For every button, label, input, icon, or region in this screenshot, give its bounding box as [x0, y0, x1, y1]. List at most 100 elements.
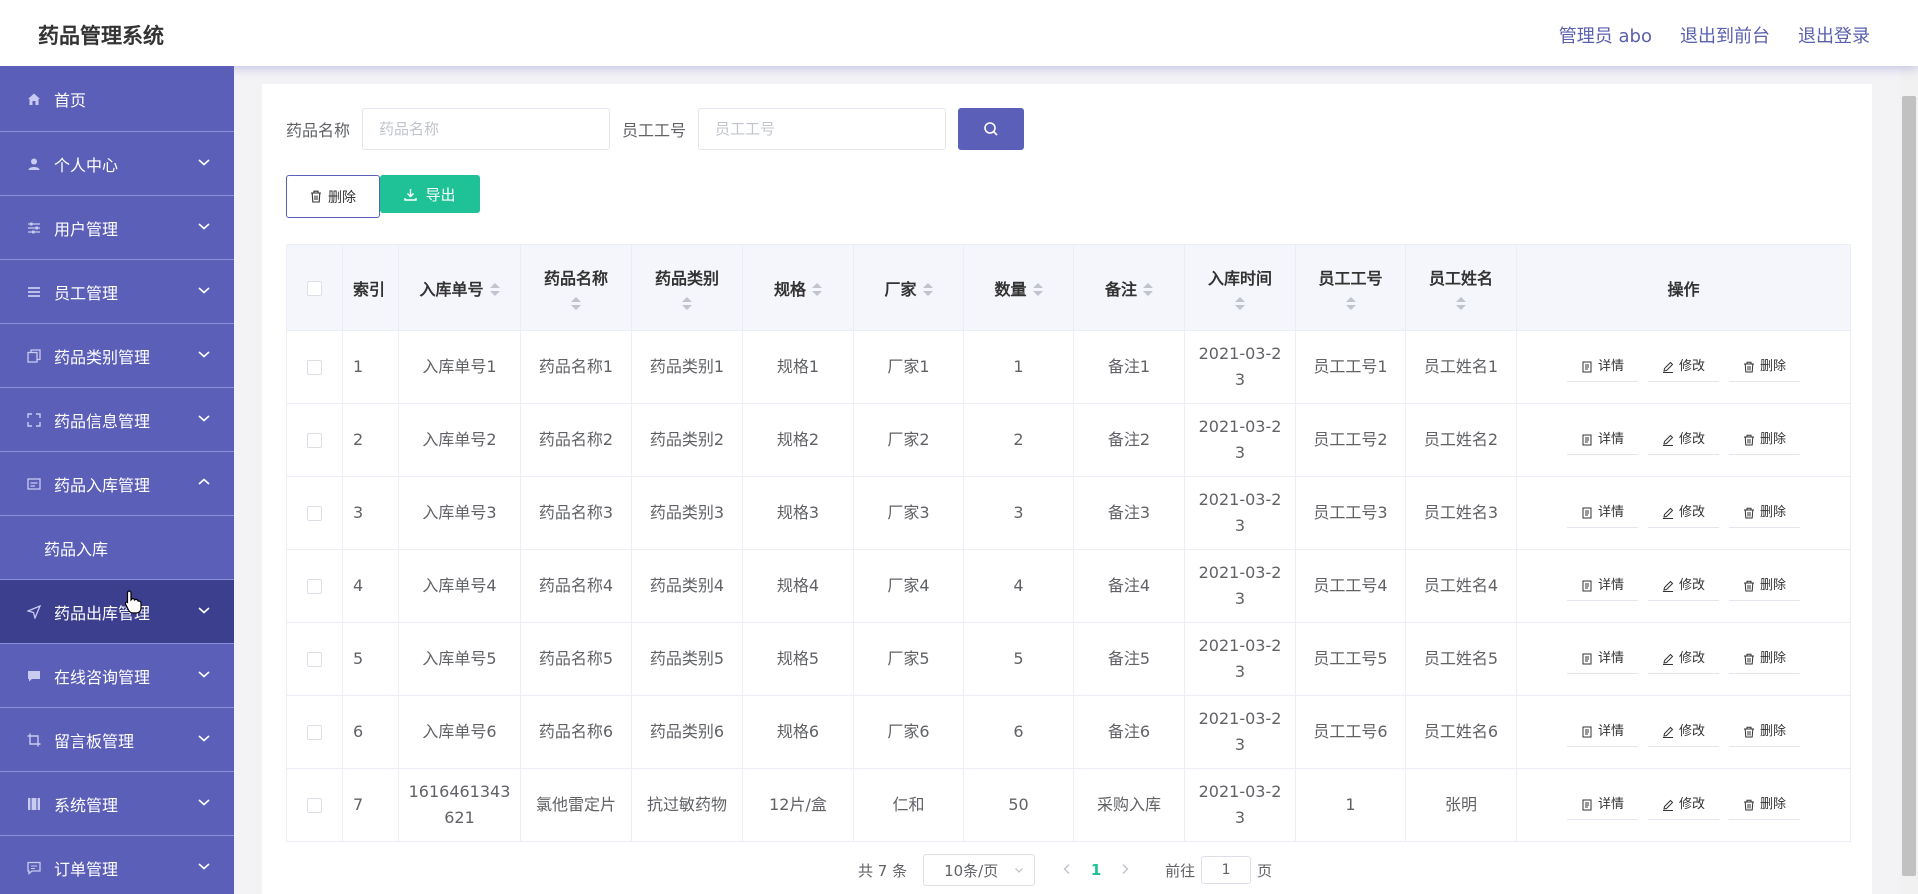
edit-button[interactable]: 修改	[1647, 571, 1719, 601]
row-checkbox[interactable]	[307, 579, 322, 594]
sidebar-item-message-board[interactable]: 留言板管理	[0, 708, 234, 772]
back-to-frontend-link[interactable]: 退出到前台	[1680, 22, 1770, 48]
sidebar-item-drug-info[interactable]: 药品信息管理	[0, 388, 234, 452]
sidebar-item-consult[interactable]: 在线咨询管理	[0, 644, 234, 708]
select-all-checkbox[interactable]	[307, 281, 322, 296]
sidebar-item-home[interactable]: 首页	[0, 66, 234, 132]
col-staff-name[interactable]: 员工姓名	[1405, 244, 1517, 331]
document-icon	[1582, 361, 1592, 372]
sidebar-item-drug-outbound[interactable]: 药品出库管理	[0, 580, 234, 644]
row-checkbox[interactable]	[307, 360, 322, 375]
current-user-link[interactable]: 管理员 abo	[1559, 22, 1652, 48]
search-button[interactable]	[958, 108, 1025, 150]
table-row[interactable]: 4 入库单号4 药品名称4 药品类别4 规格4 厂家4 4 备注4 2021-03-2 3 员工工…	[286, 549, 1851, 623]
detail-button[interactable]: 详情	[1566, 644, 1638, 674]
delete-button[interactable]: 删除	[1729, 790, 1801, 820]
staff-number-input[interactable]	[698, 108, 947, 150]
prev-page-button[interactable]	[1053, 861, 1081, 879]
cell-staff-name: 员工姓名3	[1405, 476, 1517, 550]
detail-button[interactable]: 详情	[1566, 498, 1638, 528]
detail-button[interactable]: 详情	[1566, 571, 1638, 601]
sidebar-item-system[interactable]: 系统管理	[0, 772, 234, 836]
detail-button[interactable]: 详情	[1566, 790, 1638, 820]
table-row[interactable]: 3 入库单号3 药品名称3 药品类别3 规格3 厂家3 3 备注3 2021-03-2 3 员工工…	[286, 476, 1851, 550]
delete-button[interactable]: 删除	[1729, 498, 1801, 528]
page-size-select[interactable]: 10条/页	[923, 854, 1036, 886]
row-checkbox[interactable]	[307, 798, 322, 813]
chevron-down-icon	[198, 607, 210, 614]
row-checkbox[interactable]	[307, 433, 322, 448]
delete-button[interactable]: 删除	[1729, 571, 1801, 601]
download-icon	[404, 188, 418, 201]
sidebar-item-orders[interactable]: 订单管理	[0, 836, 234, 894]
export-button[interactable]: 导出	[380, 175, 480, 213]
edit-button[interactable]: 修改	[1647, 717, 1719, 747]
detail-button[interactable]: 详情	[1566, 717, 1638, 747]
col-staff-no-label: 员工工号	[1318, 268, 1383, 288]
table-row[interactable]: 7 1616461343 621 氯他雷定片 抗过敏药物 12片/盒 仁和 50 采购入库 20…	[286, 768, 1851, 842]
edit-button[interactable]: 修改	[1647, 644, 1719, 674]
col-drug-name[interactable]: 药品名称	[520, 244, 632, 331]
sort-icon[interactable]	[682, 296, 692, 311]
col-manufacturer[interactable]: 厂家	[853, 244, 964, 331]
page-number-current[interactable]: 1	[1081, 861, 1111, 879]
cell-drug-name: 药品名称3	[520, 476, 632, 550]
trash-icon	[311, 190, 321, 203]
col-inbound-time[interactable]: 入库时间	[1184, 244, 1296, 331]
chat-icon	[26, 668, 42, 684]
sidebar-subitem-drug-inbound[interactable]: 药品入库	[0, 516, 234, 580]
col-inbound-no-label: 入库单号	[419, 279, 484, 299]
scrollbar-thumb[interactable]	[1902, 96, 1916, 876]
col-remark[interactable]: 备注	[1073, 244, 1185, 331]
edit-button[interactable]: 修改	[1647, 425, 1719, 455]
row-checkbox[interactable]	[307, 652, 322, 667]
cell-quantity: 5	[963, 622, 1074, 696]
edit-button[interactable]: 修改	[1647, 498, 1719, 528]
sort-icon[interactable]	[1345, 296, 1356, 311]
chevron-down-icon	[198, 735, 210, 742]
sort-icon[interactable]	[812, 283, 822, 297]
edit-button[interactable]: 修改	[1647, 790, 1719, 820]
goto-page-input[interactable]	[1201, 856, 1252, 884]
sort-icon[interactable]	[1456, 296, 1466, 311]
sort-icon[interactable]	[922, 283, 933, 297]
next-page-button[interactable]	[1111, 861, 1139, 879]
sidebar-item-profile[interactable]: 个人中心	[0, 132, 234, 196]
sort-icon[interactable]	[571, 296, 581, 311]
sort-icon[interactable]	[1235, 296, 1245, 311]
delete-button[interactable]: 删除	[1729, 644, 1801, 674]
col-drug-category[interactable]: 药品类别	[631, 244, 743, 331]
cell-actions: 详情 修改 删除	[1516, 768, 1851, 842]
sidebar-item-staff[interactable]: 员工管理	[0, 260, 234, 324]
delete-button[interactable]: 删除	[1729, 717, 1801, 747]
drug-name-input[interactable]	[362, 108, 611, 150]
detail-button[interactable]: 详情	[1566, 352, 1638, 382]
row-checkbox[interactable]	[307, 725, 322, 740]
col-staff-no[interactable]: 员工工号	[1295, 244, 1406, 331]
col-spec[interactable]: 规格	[742, 244, 854, 331]
table-row[interactable]: 1 入库单号1 药品名称1 药品类别1 规格1 厂家1 1 备注1 2021-03-2 3 员工工…	[286, 330, 1851, 404]
sort-icon[interactable]	[1143, 283, 1153, 297]
sidebar-item-users[interactable]: 用户管理	[0, 196, 234, 260]
sidebar: 首页 个人中心 用户管理 员工管理 药品类别管理 药品信息管理 药品入库管理 药…	[0, 66, 234, 894]
table-row[interactable]: 6 入库单号6 药品名称6 药品类别6 规格6 厂家6 6 备注6 2021-03-2 3 员工工…	[286, 695, 1851, 769]
sort-icon[interactable]	[489, 283, 500, 297]
sort-icon[interactable]	[1032, 283, 1043, 297]
edit-button[interactable]: 修改	[1647, 352, 1719, 382]
vertical-scrollbar[interactable]	[1900, 66, 1918, 894]
delete-button[interactable]: 删除	[1729, 425, 1801, 455]
table-row[interactable]: 5 入库单号5 药品名称5 药品类别5 规格5 厂家5 5 备注5 2021-03-2 3 员工工…	[286, 622, 1851, 696]
col-quantity[interactable]: 数量	[963, 244, 1074, 331]
document-icon	[1582, 653, 1592, 664]
logout-link[interactable]: 退出登录	[1798, 22, 1870, 48]
batch-delete-button[interactable]: 删除	[286, 175, 380, 218]
table-row[interactable]: 2 入库单号2 药品名称2 药品类别2 规格2 厂家2 2 备注2 2021-03-2 3 员工工…	[286, 403, 1851, 477]
col-inbound-no[interactable]: 入库单号	[398, 244, 521, 331]
delete-button[interactable]: 删除	[1729, 352, 1801, 382]
sidebar-item-drug-category[interactable]: 药品类别管理	[0, 324, 234, 388]
sidebar-item-drug-inbound[interactable]: 药品入库管理	[0, 452, 234, 516]
row-checkbox[interactable]	[307, 506, 322, 521]
cell-remark: 备注4	[1073, 549, 1185, 623]
detail-button[interactable]: 详情	[1566, 425, 1638, 455]
cell-actions: 详情 修改 删除	[1516, 330, 1851, 404]
